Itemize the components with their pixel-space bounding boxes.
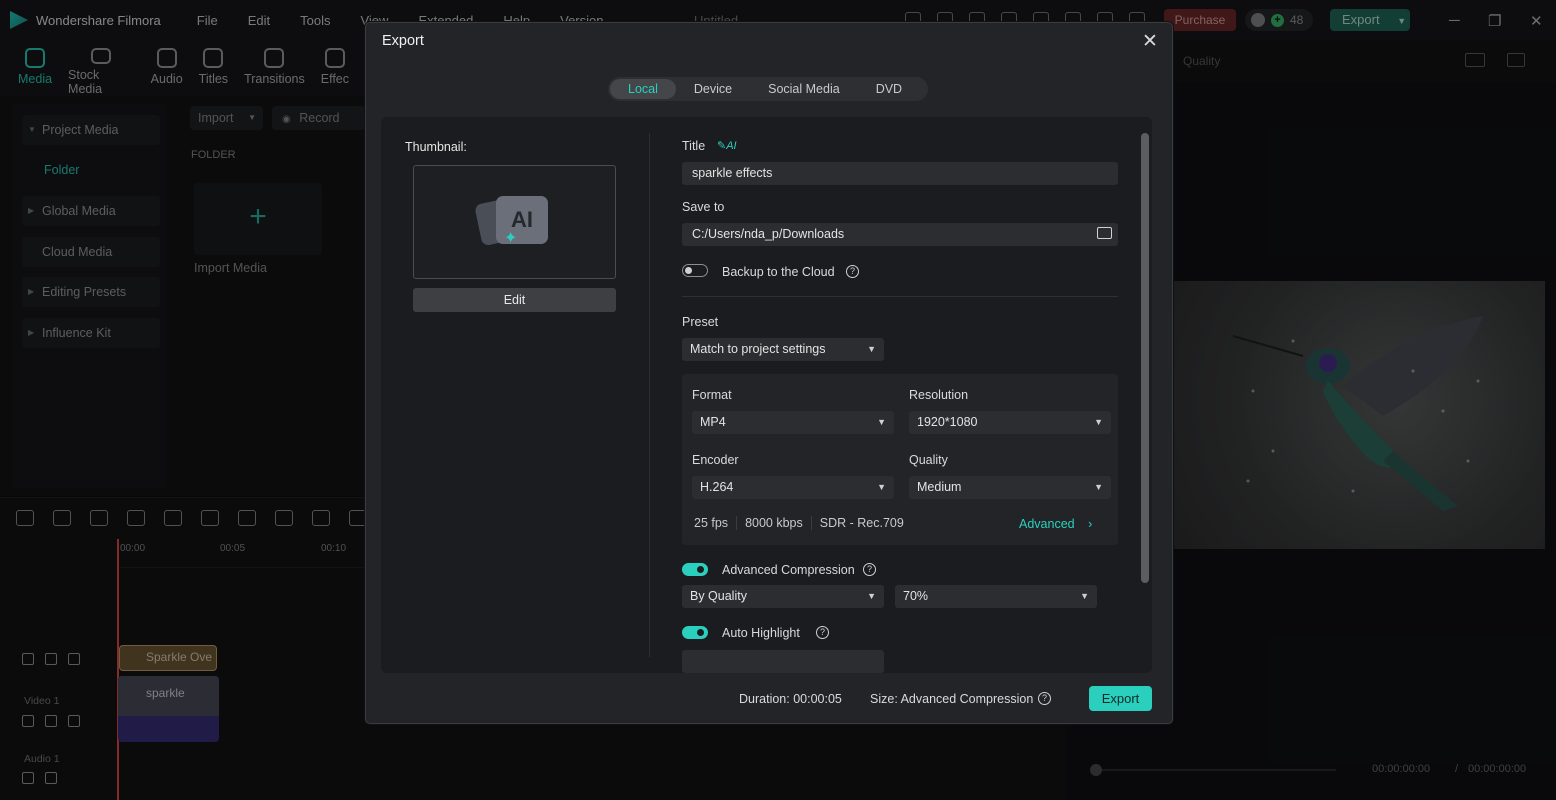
tab-local[interactable]: Local	[610, 79, 676, 99]
auto-highlight-toggle[interactable]	[682, 626, 708, 639]
ai-title-badge: AI	[726, 140, 737, 152]
size-text: Size: Advanced Compression	[870, 692, 1034, 706]
fps-value: 25 fps	[694, 516, 729, 530]
dialog-title: Export	[382, 33, 424, 49]
compression-percent-select[interactable]: 70% ▼	[895, 585, 1097, 608]
auto-highlight-select[interactable]	[682, 650, 884, 673]
chevron-down-icon: ▼	[877, 417, 886, 427]
export-target-tabs: Local Device Social Media DVD	[608, 77, 928, 101]
chevron-down-icon: ▼	[1094, 482, 1103, 492]
encoder-select[interactable]: H.264 ▼	[692, 476, 894, 499]
tab-device[interactable]: Device	[676, 79, 750, 99]
title-label: Title	[682, 139, 706, 153]
chevron-right-icon: ›	[1088, 517, 1093, 531]
save-to-label: Save to	[682, 200, 725, 214]
quality-select[interactable]: Medium ▼	[909, 476, 1111, 499]
backup-cloud-toggle[interactable]	[682, 264, 708, 277]
compression-mode-select[interactable]: By Quality ▼	[682, 585, 884, 608]
advanced-settings-link[interactable]: Advanced ›	[1019, 517, 1092, 531]
tab-social-media[interactable]: Social Media	[750, 79, 858, 99]
encoder-label: Encoder	[692, 453, 739, 467]
chevron-down-icon: ▼	[1094, 417, 1103, 427]
advanced-compression-toggle[interactable]	[682, 563, 708, 576]
format-select[interactable]: MP4 ▼	[692, 411, 894, 434]
format-value: MP4	[700, 415, 726, 429]
save-to-path: C:/Users/nda_p/Downloads	[692, 227, 845, 241]
export-settings-panel: Thumbnail: AI ✦ Edit Title ✎AI sparkle e…	[381, 117, 1152, 673]
chevron-down-icon: ▼	[867, 591, 876, 601]
encoding-settings: Format MP4 ▼ Resolution 1920*1080 ▼ Enco…	[682, 374, 1118, 545]
folder-icon[interactable]	[1097, 227, 1112, 239]
bitrate-value: 8000 kbps	[736, 516, 811, 530]
export-button[interactable]: Export	[1089, 686, 1152, 711]
dialog-scrollbar[interactable]	[1141, 133, 1149, 583]
help-icon[interactable]: ?	[863, 563, 876, 576]
chevron-down-icon: ▼	[867, 344, 876, 354]
quality-label: Quality	[909, 453, 948, 467]
compression-percent-value: 70%	[903, 589, 929, 603]
preset-select[interactable]: Match to project settings ▼	[682, 338, 884, 361]
chevron-down-icon: ▼	[877, 482, 886, 492]
help-icon[interactable]: ?	[816, 626, 829, 639]
tab-dvd[interactable]: DVD	[858, 79, 920, 99]
resolution-label: Resolution	[909, 388, 969, 402]
format-label: Format	[692, 388, 732, 402]
save-to-input[interactable]: C:/Users/nda_p/Downloads	[682, 223, 1118, 246]
duration-text: Duration: 00:00:05	[739, 692, 842, 706]
ai-title-icon[interactable]: ✎AI	[717, 139, 737, 152]
close-icon[interactable]: ✕	[1142, 30, 1158, 53]
advanced-label: Advanced	[1019, 517, 1075, 531]
thumbnail-label: Thumbnail:	[405, 140, 467, 154]
encoding-summary: 25 fps 8000 kbps SDR - Rec.709	[694, 516, 912, 530]
help-icon[interactable]: ?	[846, 265, 859, 278]
chevron-down-icon: ▼	[1080, 591, 1089, 601]
preset-label: Preset	[682, 315, 719, 329]
magic-wand-icon: ✦	[504, 230, 518, 247]
thumbnail-preview[interactable]: AI ✦	[413, 165, 616, 279]
quality-value: Medium	[917, 480, 962, 494]
resolution-select[interactable]: 1920*1080 ▼	[909, 411, 1111, 434]
color-space-value: SDR - Rec.709	[810, 516, 912, 530]
preset-value: Match to project settings	[690, 342, 826, 356]
auto-highlight-label: Auto Highlight	[722, 626, 800, 640]
resolution-value: 1920*1080	[917, 415, 978, 429]
section-divider	[682, 296, 1118, 297]
export-dialog: Export ✕ Local Device Social Media DVD T…	[365, 22, 1173, 724]
title-input[interactable]: sparkle effects	[682, 162, 1118, 185]
compression-mode-value: By Quality	[690, 589, 747, 603]
advanced-compression-label: Advanced Compression	[722, 563, 855, 577]
help-icon[interactable]: ?	[1038, 692, 1051, 705]
backup-cloud-label: Backup to the Cloud	[722, 265, 835, 279]
column-divider	[649, 133, 650, 657]
edit-thumbnail-button[interactable]: Edit	[413, 288, 616, 312]
encoder-value: H.264	[700, 480, 734, 494]
